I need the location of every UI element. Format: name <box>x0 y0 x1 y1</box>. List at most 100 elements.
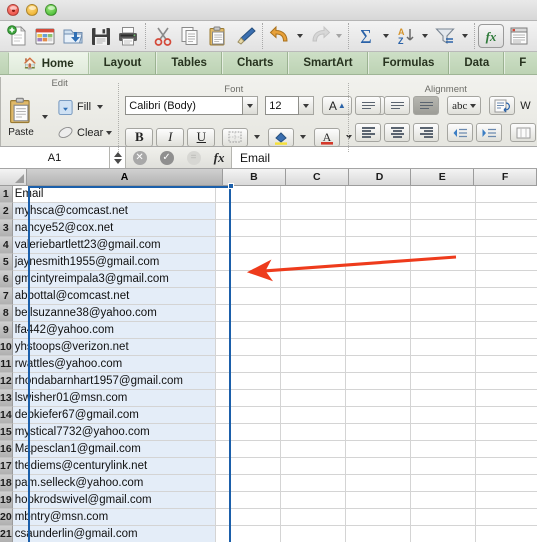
filter-dropdown[interactable] <box>459 22 471 50</box>
cell-b21[interactable] <box>215 526 281 542</box>
cell-a20[interactable]: mbntry@msn.com <box>12 509 216 526</box>
row-header[interactable]: 14 <box>0 407 13 424</box>
cell-b5[interactable] <box>215 254 281 271</box>
cell-e8[interactable] <box>410 305 476 322</box>
cell-d13[interactable] <box>345 390 411 407</box>
cell-d17[interactable] <box>345 458 411 475</box>
cell-b7[interactable] <box>215 288 281 305</box>
cell-f10[interactable] <box>475 339 537 356</box>
cell-f4[interactable] <box>475 237 537 254</box>
cell-e18[interactable] <box>410 475 476 492</box>
cell-a2[interactable]: myhsca@comcast.net <box>12 203 216 220</box>
cell-b12[interactable] <box>215 373 281 390</box>
italic-button[interactable]: I <box>156 127 185 147</box>
cell-d14[interactable] <box>345 407 411 424</box>
cell-e14[interactable] <box>410 407 476 424</box>
cell-b6[interactable] <box>215 271 281 288</box>
sort-icon[interactable]: A Z <box>392 22 420 50</box>
cell-d4[interactable] <box>345 237 411 254</box>
cell-b4[interactable] <box>215 237 281 254</box>
cell-b2[interactable] <box>215 203 281 220</box>
cell-c20[interactable] <box>280 509 346 526</box>
cell-c10[interactable] <box>280 339 346 356</box>
row-header[interactable]: 13 <box>0 390 13 407</box>
cell-c11[interactable] <box>280 356 346 373</box>
minimize-button[interactable] <box>26 4 38 16</box>
cell-c1[interactable] <box>280 186 346 203</box>
row-header[interactable]: 19 <box>0 492 13 509</box>
orientation-dropdown-icon[interactable] <box>470 103 477 108</box>
cell-f21[interactable] <box>475 526 537 542</box>
borders-dropdown[interactable] <box>251 123 263 151</box>
cell-a9[interactable]: lfa442@yahoo.com <box>12 322 216 339</box>
cell-b18[interactable] <box>215 475 281 492</box>
font-size-combo[interactable]: 12 <box>265 96 315 115</box>
align-right-button[interactable] <box>413 123 440 142</box>
paste-dropdown[interactable] <box>39 103 51 131</box>
cell-f16[interactable] <box>475 441 537 458</box>
cell-d8[interactable] <box>345 305 411 322</box>
cell-d9[interactable] <box>345 322 411 339</box>
bold-button[interactable]: B <box>125 127 154 147</box>
cell-f5[interactable] <box>475 254 537 271</box>
zoom-button[interactable] <box>45 4 57 16</box>
cell-b19[interactable] <box>215 492 281 509</box>
tab-charts[interactable]: Charts <box>221 52 289 74</box>
cell-e1[interactable] <box>410 186 476 203</box>
cell-f8[interactable] <box>475 305 537 322</box>
font-name-input[interactable]: Calibri (Body) <box>125 96 244 115</box>
cell-e5[interactable] <box>410 254 476 271</box>
cell-b3[interactable] <box>215 220 281 237</box>
fill-dropdown[interactable] <box>94 93 106 121</box>
borders-button[interactable] <box>222 127 249 147</box>
wrap-text-button[interactable] <box>489 96 516 115</box>
sort-dropdown[interactable] <box>419 22 431 50</box>
cell-b16[interactable] <box>215 441 281 458</box>
cell-a4[interactable]: valeriebartlett23@gmail.com <box>12 237 216 254</box>
tab-tables[interactable]: Tables <box>156 52 222 74</box>
cell-e10[interactable] <box>410 339 476 356</box>
cell-f3[interactable] <box>475 220 537 237</box>
row-header[interactable]: 1 <box>0 186 13 203</box>
fill-color-button[interactable] <box>268 127 295 147</box>
cell-a12[interactable]: rhondabarnhart1957@gmail.com <box>12 373 216 390</box>
cell-e20[interactable] <box>410 509 476 526</box>
cell-e21[interactable] <box>410 526 476 542</box>
cell-a18[interactable]: pam.selleck@yahoo.com <box>12 475 216 492</box>
undo-icon[interactable] <box>266 22 294 50</box>
cell-c3[interactable] <box>280 220 346 237</box>
cell-d20[interactable] <box>345 509 411 526</box>
row-header[interactable]: 8 <box>0 305 13 322</box>
row-header[interactable]: 21 <box>0 526 13 542</box>
merge-cells-button[interactable] <box>510 123 537 142</box>
cell-c18[interactable] <box>280 475 346 492</box>
cell-a13[interactable]: lswisher01@msn.com <box>12 390 216 407</box>
row-header[interactable]: 4 <box>0 237 13 254</box>
stepper-up-icon[interactable] <box>113 151 122 157</box>
cell-f9[interactable] <box>475 322 537 339</box>
cell-d15[interactable] <box>345 424 411 441</box>
cell-e2[interactable] <box>410 203 476 220</box>
tab-formulas[interactable]: Formulas <box>367 52 450 74</box>
stepper-down-icon[interactable] <box>113 158 122 164</box>
fill-button[interactable]: Fill <box>57 99 91 116</box>
cell-f18[interactable] <box>475 475 537 492</box>
cell-d2[interactable] <box>345 203 411 220</box>
row-header[interactable]: 6 <box>0 271 13 288</box>
tab-layout[interactable]: Layout <box>88 52 157 74</box>
cell-c4[interactable] <box>280 237 346 254</box>
row-header[interactable]: 2 <box>0 203 13 220</box>
cell-a14[interactable]: debkiefer67@gmail.com <box>12 407 216 424</box>
cell-e16[interactable] <box>410 441 476 458</box>
orientation-button[interactable]: abc <box>447 96 482 115</box>
clear-dropdown-icon[interactable] <box>106 130 113 135</box>
cell-a6[interactable]: gmcintyreimpala3@gmail.com <box>12 271 216 288</box>
name-box[interactable]: A1 <box>0 147 110 168</box>
row-header[interactable]: 9 <box>0 322 13 339</box>
format-painter-icon[interactable] <box>232 22 260 50</box>
cell-b11[interactable] <box>215 356 281 373</box>
decrease-indent-button[interactable] <box>447 123 474 142</box>
open-icon[interactable] <box>59 22 87 50</box>
cell-e15[interactable] <box>410 424 476 441</box>
cell-c2[interactable] <box>280 203 346 220</box>
